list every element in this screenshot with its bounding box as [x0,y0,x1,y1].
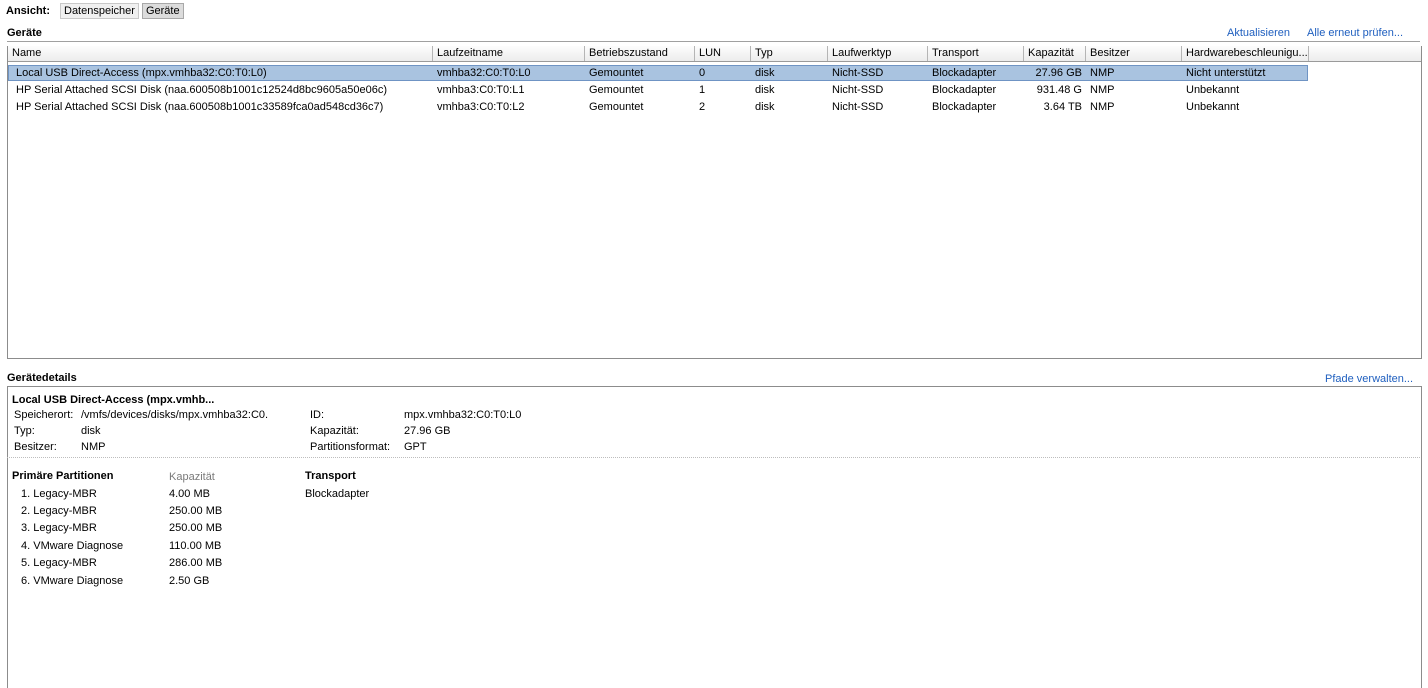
cell-transport: Blockadapter [932,84,997,96]
cell-state: Gemountet [589,84,644,96]
table-row[interactable]: HP Serial Attached SCSI Disk (naa.600508… [8,99,1308,115]
cell-runtime-name: vmhba3:C0:T0:L2 [437,101,525,113]
detail-key: Speicherort: [14,409,74,421]
partition-size: 2.50 GB [169,575,210,587]
column-header-hw-acceleration[interactable]: Hardwarebeschleunigu... [1182,46,1309,61]
detail-key: Kapazität: [310,425,359,437]
cell-lun: 2 [699,101,706,113]
partition-name: 5. Legacy-MBR [21,557,97,569]
detail-key: ID: [310,409,325,421]
cell-type: disk [755,101,775,113]
partition-size: 4.00 MB [169,488,210,500]
cell-type: disk [755,67,775,79]
refresh-link[interactable]: Aktualisieren [1227,27,1290,39]
partitions-header: Primäre Partitionen [12,470,114,482]
column-header-name[interactable]: Name [8,46,433,61]
cell-name: HP Serial Attached SCSI Disk (naa.600508… [16,84,388,96]
manage-paths-link[interactable]: Pfade verwalten... [1325,373,1413,385]
cell-runtime-name: vmhba32:C0:T0:L0 [437,67,531,79]
column-header-capacity[interactable]: Kapazität [1024,46,1086,61]
cell-name: HP Serial Attached SCSI Disk (naa.600508… [16,101,384,113]
detail-value: 27.96 GB [404,425,451,437]
column-header-runtime-name[interactable]: Laufzeitname [433,46,585,61]
view-button-devices[interactable]: Geräte [141,3,184,19]
cell-type: disk [755,84,775,96]
partition-name: 3. Legacy-MBR [21,522,97,534]
column-header-type[interactable]: Typ [751,46,828,61]
cell-drive-type: Nicht-SSD [832,84,884,96]
table-row[interactable]: Local USB Direct-Access (mpx.vmhba32:C0:… [8,65,1308,81]
cell-name: Local USB Direct-Access (mpx.vmhba32:C0:… [16,67,267,79]
cell-transport: Blockadapter [932,101,997,113]
cell-state: Gemountet [589,67,644,79]
cell-capacity: 931.48 G [1036,84,1082,96]
table-header: Name Laufzeitname Betriebszustand LUN Ty… [8,46,1421,62]
cell-owner: NMP [1090,84,1115,96]
cell-hw-acceleration: Unbekannt [1186,101,1240,113]
detail-value: /vmfs/devices/disks/mpx.vmhba32:C0. [81,409,269,421]
partition-size: 286.00 MB [169,557,223,569]
cell-drive-type: Nicht-SSD [832,101,884,113]
cell-state: Gemountet [589,101,644,113]
cell-capacity: 3.64 TB [1043,101,1082,113]
partition-name: 6. VMware Diagnose [21,575,124,587]
detail-key: Typ: [14,425,35,437]
view-label: Ansicht: [6,5,50,17]
detail-value: GPT [404,441,427,453]
column-header-owner[interactable]: Besitzer [1086,46,1182,61]
cell-owner: NMP [1090,101,1115,113]
cell-lun: 1 [699,84,706,96]
transport-header: Transport [305,470,356,482]
partition-size: 250.00 MB [169,505,223,517]
device-details-title: Gerätedetails [7,372,77,384]
partition-size: 110.00 MB [169,540,222,552]
devices-title: Geräte [7,27,42,39]
detail-value: NMP [81,441,106,453]
cell-hw-acceleration: Unbekannt [1186,84,1240,96]
cell-lun: 0 [699,67,706,79]
cell-capacity: 27.96 GB [1035,67,1082,79]
cell-transport: Blockadapter [932,67,997,79]
detail-value: mpx.vmhba32:C0:T0:L0 [404,409,522,421]
partition-size: 250.00 MB [169,522,223,534]
device-name: Local USB Direct-Access (mpx.vmhb... [12,394,215,406]
column-header-drive-type[interactable]: Laufwerktyp [828,46,928,61]
transport-value: Blockadapter [305,488,370,500]
partition-name: 2. Legacy-MBR [21,505,97,517]
partition-name: 4. VMware Diagnose [21,540,124,552]
partition-capacity-header: Kapazität [169,471,215,483]
detail-key: Partitionsformat: [310,441,391,453]
table-row[interactable]: HP Serial Attached SCSI Disk (naa.600508… [8,82,1308,98]
partition-name: 1. Legacy-MBR [21,488,97,500]
cell-drive-type: Nicht-SSD [832,67,884,79]
column-header-operational-state[interactable]: Betriebszustand [585,46,695,61]
cell-hw-acceleration: Nicht unterstützt [1186,67,1266,79]
view-button-datastores[interactable]: Datenspeicher [60,3,139,19]
cell-owner: NMP [1090,67,1115,79]
view-bar: Ansicht: Datenspeicher Geräte [6,3,187,19]
column-header-transport[interactable]: Transport [928,46,1024,61]
column-header-lun[interactable]: LUN [695,46,751,61]
device-details-panel [7,386,1422,688]
detail-value: disk [81,425,101,437]
devices-divider [7,41,1420,42]
detail-key: Besitzer: [14,441,57,453]
details-separator [7,457,1420,458]
devices-table: Name Laufzeitname Betriebszustand LUN Ty… [7,46,1422,359]
rescan-all-link[interactable]: Alle erneut prüfen... [1307,27,1403,39]
cell-runtime-name: vmhba3:C0:T0:L1 [437,84,525,96]
